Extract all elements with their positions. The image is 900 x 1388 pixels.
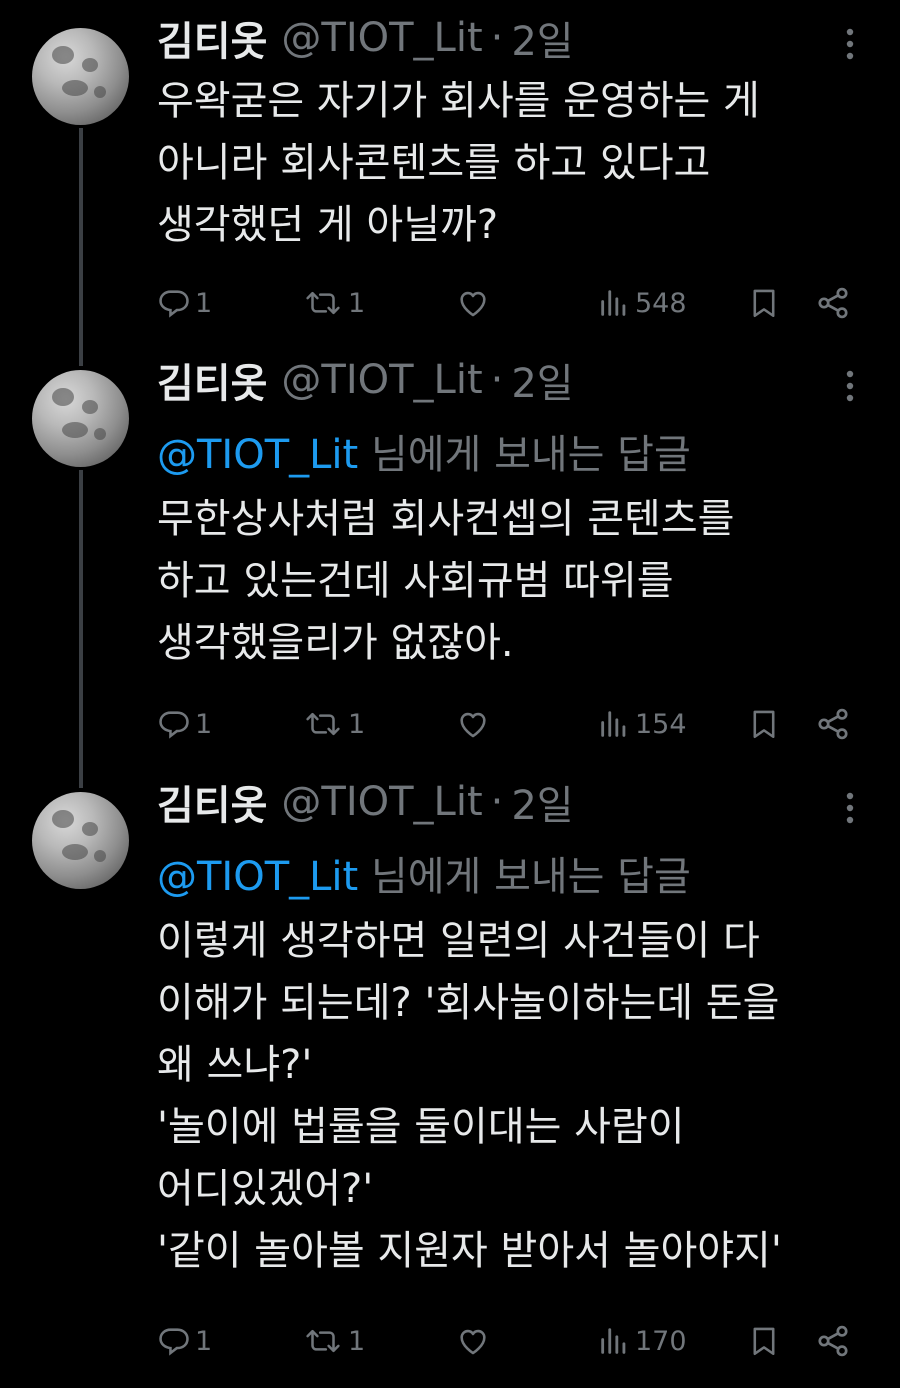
like-icon (460, 1329, 486, 1355)
bookmark-button[interactable] (747, 699, 781, 749)
timestamp[interactable]: 2일 (511, 9, 573, 67)
retweet-button[interactable]: 1 (302, 699, 365, 749)
like-icon (460, 291, 486, 317)
share-button[interactable] (815, 278, 851, 328)
views-button[interactable]: 154 (597, 699, 687, 749)
tweet-header: 김티옷 @TIOT_Lit · 2일 (157, 350, 574, 410)
like-button[interactable] (455, 699, 491, 749)
reply-mention-link[interactable]: @TIOT_Lit (157, 854, 358, 900)
reply-count: 1 (195, 1325, 213, 1357)
tweet-text-line: '놀이에 법률을 둘이대는 사람이 (157, 1104, 685, 1150)
tweet-text-line: 무한상사처럼 회사컨셉의 콘텐츠를 (157, 496, 735, 542)
bookmark-button[interactable] (747, 278, 781, 328)
reply-count: 1 (195, 708, 213, 740)
action-bar: 1 1 154 (157, 699, 857, 749)
tweet-text: 우왁굳은 자기가 회사를 운영하는 게 아니라 회사콘텐츠를 하고 있다고 생각… (157, 70, 760, 256)
like-button[interactable] (455, 278, 491, 328)
tweet-text-line: '같이 놀아볼 지원자 받아서 놀아야지' (157, 1228, 782, 1274)
reply-to-line: @TIOT_Lit 님에게 보내는 답글 (157, 844, 691, 902)
separator-dot: · (490, 15, 504, 61)
tweet[interactable]: 김티옷 @TIOT_Lit · 2일 우왁굳은 자기가 회사를 운영하는 게 아… (0, 0, 900, 350)
more-icon[interactable] (838, 788, 862, 828)
tweet-text-line: 생각했던 게 아닐까? (157, 202, 499, 248)
views-count: 170 (635, 1325, 687, 1357)
author-name[interactable]: 김티옷 (157, 351, 267, 409)
reply-to-label: 님에게 보내는 답글 (370, 432, 691, 478)
avatar[interactable] (32, 370, 129, 467)
tweet[interactable]: 김티옷 @TIOT_Lit · 2일 @TIOT_Lit 님에게 보내는 답글 … (0, 342, 900, 762)
reply-button[interactable]: 1 (157, 278, 212, 328)
author-handle[interactable]: @TIOT_Lit (281, 779, 482, 825)
reply-icon (159, 290, 189, 318)
separator-dot: · (490, 357, 504, 403)
timestamp[interactable]: 2일 (511, 351, 573, 409)
timestamp[interactable]: 2일 (511, 773, 573, 831)
share-icon (818, 287, 848, 319)
reply-button[interactable]: 1 (157, 699, 212, 749)
more-icon[interactable] (838, 24, 862, 64)
share-icon (818, 1325, 848, 1357)
action-bar: 1 1 548 (157, 278, 857, 328)
tweet-text-line: 이해가 되는데? '회사놀이하는데 돈을 (157, 980, 780, 1026)
reply-to-label: 님에게 보내는 답글 (370, 854, 691, 900)
bookmark-icon (753, 289, 775, 318)
tweet-text: 이렇게 생각하면 일련의 사건들이 다 이해가 되는데? '회사놀이하는데 돈을… (157, 910, 782, 1282)
retweet-count: 1 (348, 1325, 366, 1357)
retweet-count: 1 (348, 287, 366, 319)
retweet-count: 1 (348, 708, 366, 740)
reply-icon (159, 1328, 189, 1356)
tweet-header: 김티옷 @TIOT_Lit · 2일 (157, 8, 574, 68)
bookmark-icon (753, 1327, 775, 1356)
avatar[interactable] (32, 28, 129, 125)
reply-count: 1 (195, 287, 213, 319)
reply-mention-link[interactable]: @TIOT_Lit (157, 432, 358, 478)
views-count: 154 (635, 708, 687, 740)
retweet-button[interactable]: 1 (302, 1316, 365, 1366)
tweet-header: 김티옷 @TIOT_Lit · 2일 (157, 772, 574, 832)
tweet-text-line: 하고 있는건데 사회규범 따위를 (157, 558, 674, 604)
views-icon (601, 1328, 626, 1354)
tweet-text-line: 이렇게 생각하면 일련의 사건들이 다 (157, 918, 760, 964)
like-button[interactable] (455, 1316, 491, 1366)
views-count: 548 (635, 287, 687, 319)
author-handle[interactable]: @TIOT_Lit (281, 15, 482, 61)
share-button[interactable] (815, 1316, 851, 1366)
views-button[interactable]: 170 (597, 1316, 687, 1366)
tweet-text-line: 어디있겠어?' (157, 1166, 374, 1212)
share-icon (818, 708, 848, 740)
retweet-icon (306, 1329, 340, 1353)
tweet-text-line: 왜 쓰냐?' (157, 1042, 313, 1088)
reply-button[interactable]: 1 (157, 1316, 212, 1366)
author-name[interactable]: 김티옷 (157, 9, 267, 67)
like-icon (460, 712, 486, 738)
tweet-text-line: 우왁굳은 자기가 회사를 운영하는 게 (157, 78, 760, 124)
more-icon[interactable] (838, 366, 862, 406)
views-icon (601, 711, 626, 737)
views-icon (601, 290, 626, 316)
retweet-icon (306, 712, 340, 736)
tweet-text-line: 생각했을리가 없잖아. (157, 620, 514, 666)
tweet[interactable]: 김티옷 @TIOT_Lit · 2일 @TIOT_Lit 님에게 보내는 답글 … (0, 764, 900, 1388)
bookmark-button[interactable] (747, 1316, 781, 1366)
avatar[interactable] (32, 792, 129, 889)
author-name[interactable]: 김티옷 (157, 773, 267, 831)
author-handle[interactable]: @TIOT_Lit (281, 357, 482, 403)
retweet-icon (306, 291, 340, 315)
tweet-text-line: 아니라 회사콘텐츠를 하고 있다고 (157, 140, 711, 186)
reply-to-line: @TIOT_Lit 님에게 보내는 답글 (157, 422, 691, 480)
retweet-button[interactable]: 1 (302, 278, 365, 328)
share-button[interactable] (815, 699, 851, 749)
reply-icon (159, 711, 189, 739)
tweet-text: 무한상사처럼 회사컨셉의 콘텐츠를 하고 있는건데 사회규범 따위를 생각했을리… (157, 488, 734, 674)
bookmark-icon (753, 710, 775, 739)
action-bar: 1 1 170 (157, 1316, 857, 1366)
views-button[interactable]: 548 (597, 278, 687, 328)
separator-dot: · (490, 779, 504, 825)
